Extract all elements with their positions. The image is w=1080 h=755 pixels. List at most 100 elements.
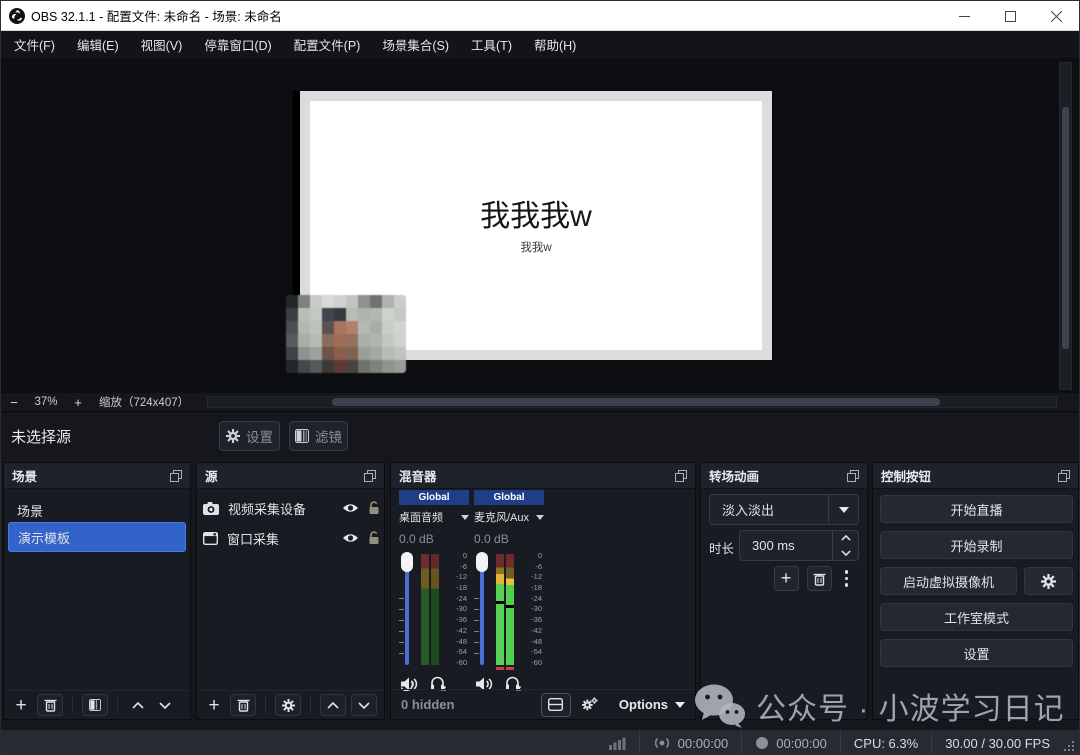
minimize-button[interactable] (941, 1, 987, 31)
volume-slider-handle[interactable] (401, 552, 413, 572)
scene-item[interactable]: 场景 (8, 497, 186, 523)
maximize-button[interactable] (987, 1, 1033, 31)
channel-name-row[interactable]: 麦克风/Aux (474, 509, 544, 525)
sources-title: 源 (205, 466, 218, 485)
source-properties-button[interactable]: 设置 (219, 421, 280, 451)
vertical-scrollbar-thumb[interactable] (1062, 107, 1069, 349)
lock-unlocked-icon[interactable] (368, 531, 380, 545)
lock-unlocked-icon[interactable] (368, 501, 380, 515)
zoom-in-button[interactable]: + (65, 395, 91, 410)
vu-meter-bar (496, 554, 504, 665)
toolbar-separator (265, 697, 266, 713)
stream-timer: 00:00:00 (639, 730, 742, 755)
horizontal-scrollbar-thumb[interactable] (332, 398, 940, 406)
global-badge: Global (399, 490, 469, 505)
scene-up-button[interactable] (127, 694, 149, 716)
remove-scene-button[interactable] (37, 694, 63, 716)
channel-name-row[interactable]: 桌面音频 (399, 509, 469, 525)
add-source-button[interactable]: + (203, 694, 225, 716)
scene-down-button[interactable] (154, 694, 176, 716)
menu-docks[interactable]: 停靠窗口(D) (193, 31, 282, 58)
sources-toolbar: + (197, 690, 384, 719)
transition-more-button[interactable] (840, 570, 854, 587)
source-up-button[interactable] (320, 694, 346, 716)
close-button[interactable] (1033, 1, 1079, 31)
zoom-level: 37% (27, 396, 65, 408)
window-icon (203, 532, 218, 545)
zoom-mode-label: 缩放（724x407） (99, 394, 189, 410)
scene-filters-button[interactable] (82, 694, 108, 716)
remove-source-button[interactable] (230, 694, 256, 716)
eye-visible-icon[interactable] (342, 532, 359, 544)
eye-visible-icon[interactable] (342, 502, 359, 514)
advanced-audio-gears-icon[interactable] (579, 694, 601, 716)
add-scene-button[interactable]: + (10, 694, 32, 716)
popout-icon[interactable] (170, 470, 182, 482)
preview-area[interactable]: 我我我w 我我w (1, 58, 1080, 393)
menu-tools[interactable]: 工具(T) (460, 31, 523, 58)
menu-edit[interactable]: 编辑(E) (66, 31, 130, 58)
start-streaming-button[interactable]: 开始直播 (880, 495, 1073, 523)
menu-scene-collection[interactable]: 场景集合(S) (371, 31, 460, 58)
popout-icon[interactable] (1058, 470, 1070, 482)
virtual-camera-config-button[interactable] (1024, 567, 1073, 595)
remove-transition-button[interactable] (807, 566, 832, 591)
slider-ticks (474, 598, 479, 664)
add-transition-button[interactable]: + (774, 566, 799, 591)
duration-down-button[interactable] (833, 546, 858, 561)
chevron-down-icon (839, 507, 849, 513)
meter-scale: 0-6-12-18-24-30-36-42-48-54-60 (520, 552, 542, 667)
volume-slider-handle[interactable] (476, 552, 488, 572)
channel-db-label: 0.0 dB (399, 532, 469, 546)
filter-icon (295, 429, 309, 443)
settings-button[interactable]: 设置 (880, 639, 1073, 667)
camera-icon (203, 502, 219, 515)
gear-icon (226, 429, 240, 443)
start-recording-button[interactable]: 开始录制 (880, 531, 1073, 559)
meter-scale: 0-6-12-18-24-30-36-42-48-54-60 (445, 552, 467, 667)
menu-file[interactable]: 文件(F) (3, 31, 66, 58)
source-properties-gear-button[interactable] (275, 694, 301, 716)
controls-panel: 控制按钮 开始直播 开始录制 启动虚拟摄像机 工作室模式 设置 (872, 462, 1079, 720)
scenes-toolbar: + (4, 690, 190, 719)
volume-meter: 0-6-12-18-24-30-36-42-48-54-60 (399, 552, 469, 667)
transition-select-arrow[interactable] (828, 495, 858, 524)
scenes-title: 场景 (12, 466, 37, 485)
scene-item-selected[interactable]: 演示模板 (8, 522, 186, 552)
mixer-options-button[interactable]: Options (619, 697, 685, 712)
mixer-title: 混音器 (399, 466, 437, 485)
transitions-button-row: + (774, 566, 854, 591)
chevron-down-icon (536, 515, 544, 520)
duration-spinbox[interactable]: 300 ms (739, 530, 859, 561)
start-virtual-camera-button[interactable]: 启动虚拟摄像机 (880, 567, 1017, 595)
duration-up-button[interactable] (833, 531, 858, 546)
global-badge: Global (474, 490, 544, 505)
popout-icon[interactable] (364, 470, 376, 482)
menu-profile[interactable]: 配置文件(P) (283, 31, 372, 58)
zoom-out-button[interactable]: − (1, 395, 27, 410)
menu-help[interactable]: 帮助(H) (523, 31, 587, 58)
preview-vertical-scrollbar[interactable] (1059, 62, 1072, 390)
menu-view[interactable]: 视图(V) (130, 31, 194, 58)
transition-selected-value: 淡入淡出 (710, 500, 828, 519)
mixer-layout-toggle-button[interactable] (541, 693, 571, 717)
source-context-bar: 未选择源 设置 滤镜 (1, 411, 1080, 459)
vu-meter-bar (421, 554, 429, 665)
mixer-channel-desktop-audio: Global 桌面音频 0.0 dB 0-6-12-18-24-30-36-42… (399, 490, 469, 691)
transition-select[interactable]: 淡入淡出 (709, 494, 859, 525)
studio-mode-button[interactable]: 工作室模式 (880, 603, 1073, 631)
menu-bar: 文件(F) 编辑(E) 视图(V) 停靠窗口(D) 配置文件(P) 场景集合(S… (1, 31, 1079, 58)
popout-icon[interactable] (847, 470, 859, 482)
source-row-window-capture[interactable]: 窗口采集 (203, 525, 380, 551)
source-row-video-capture[interactable]: 视频采集设备 (203, 495, 380, 521)
source-down-button[interactable] (351, 694, 377, 716)
scenes-panel: 场景 场景 演示模板 + (3, 462, 191, 720)
signal-bars-icon (609, 736, 626, 750)
transitions-header: 转场动画 (701, 463, 867, 489)
resize-grip[interactable] (1063, 740, 1077, 754)
source-filters-label: 滤镜 (315, 426, 342, 446)
duration-value: 300 ms (740, 531, 832, 560)
preview-horizontal-scrollbar[interactable] (207, 396, 1057, 408)
popout-icon[interactable] (675, 470, 687, 482)
source-filters-button[interactable]: 滤镜 (289, 421, 348, 451)
